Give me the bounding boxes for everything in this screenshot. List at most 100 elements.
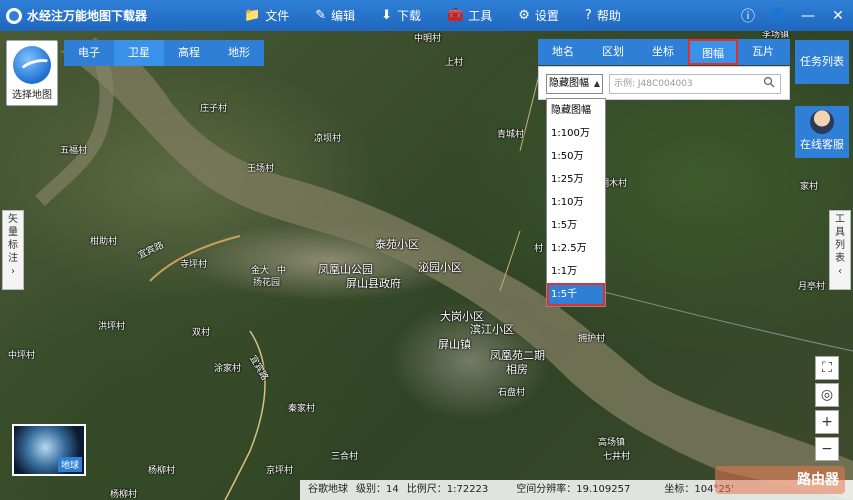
globe-view-button[interactable]: 地球 [12,424,86,476]
status-level: 级别：14 [356,484,399,495]
app-title-text: 水经注万能地图下载器 [27,9,148,23]
vector-label-toggle[interactable]: 矢量标注 › [2,210,24,290]
place-label: 青城村 [497,130,525,140]
status-resolution: 空间分辨率：19.109257 [516,484,631,495]
title-bar: 水经注万能地图下载器 📁 文件 ✎ 编辑 ⬇ 下载 🧰 工具 ⚙ 设置 ? 帮助 ⓘ 👤 —… [0,0,853,31]
place-label: 京坪村 [266,466,294,476]
place-label: 寺坪村 [180,260,208,270]
scale-option-highlighted[interactable]: 1:5千 [547,283,605,306]
task-list-button[interactable]: 任务列表 [795,40,849,84]
place-label: 泌园小区 [418,261,462,274]
place-label: 五福村 [60,146,88,156]
place-label: 杨柳村 [148,466,176,476]
menu-help-label: 帮助 [596,9,621,23]
tab-division[interactable]: 区划 [588,39,638,65]
menu-tools-label: 工具 [468,9,493,23]
menu-file[interactable]: 📁 文件 [231,0,302,31]
tab-terrain[interactable]: 地形 [214,40,264,66]
road [499,70,541,292]
sheet-search-input[interactable]: 示例: J48C004003 [609,74,781,94]
tool-list-text: 工具列表 [835,214,845,264]
status-scale: 比例尺：1:72223 [406,484,489,495]
gear-icon: ⚙ [518,8,530,23]
place-label: 村 [534,244,544,254]
close-button[interactable]: ✕ [823,8,853,24]
place-label: 中坪村 [8,351,36,361]
place-label: 相房 [506,363,528,376]
download-icon: ⬇ [381,8,393,23]
status-source: 谷歌地球 [308,484,348,495]
tab-map-sheet[interactable]: 图幅 [688,39,738,65]
online-service-button[interactable]: 在线客服 [795,106,849,158]
tab-electronic[interactable]: 电子 [64,40,114,66]
place-label: 三合村 [331,452,359,462]
map-view[interactable]: 中明村 上村 庄子村 凉坝村 青城村 五福村 王场村 李场镇 桐木村 柑助村 泰… [0,31,853,500]
search-tabs: 地名 区划 坐标 图幅 瓦片 [538,39,790,65]
place-label: 高场镇 [598,438,626,448]
tab-tile[interactable]: 瓦片 [738,39,788,65]
menu-help[interactable]: ? 帮助 [572,0,634,31]
place-label: 秦家村 [288,404,316,414]
menu-settings[interactable]: ⚙ 设置 [505,0,572,31]
place-label: 凉坝村 [314,134,342,144]
chevron-right-icon: › [11,266,15,277]
boundary-line [599,290,853,352]
scale-option[interactable]: 1:100万 [547,122,605,145]
map-switch-button[interactable]: 选择地图 [6,40,58,106]
menu-bar: 📁 文件 ✎ 编辑 ⬇ 下载 🧰 工具 ⚙ 设置 ? 帮助 [231,0,634,31]
scale-option[interactable]: 1:25万 [547,168,605,191]
info-icon[interactable]: ⓘ [733,6,763,26]
vector-label-text: 矢量标注 [8,214,18,264]
scale-option[interactable]: 隐藏图幅 [547,99,605,122]
scale-option[interactable]: 1:10万 [547,191,605,214]
menu-edit-label: 编辑 [331,9,356,23]
window-controls: ⓘ 👤 — ✕ [733,0,853,31]
place-label: 柑助村 [90,237,118,247]
scale-option[interactable]: 1:50万 [547,145,605,168]
tool-list-toggle[interactable]: 工具列表 ‹ [829,210,851,290]
user-icon[interactable]: 👤 [763,8,793,24]
folder-icon: 📁 [244,8,261,23]
scale-option[interactable]: 1:5万 [547,214,605,237]
layer-tabs: 电子 卫星 高程 地形 [64,40,264,66]
search-icon[interactable] [763,76,775,88]
place-label: 涂家村 [214,364,242,374]
tab-elevation[interactable]: 高程 [164,40,214,66]
menu-download[interactable]: ⬇ 下载 [368,0,434,31]
fullscreen-icon[interactable]: ⛶ [815,356,839,380]
chevron-left-icon: ‹ [838,266,842,277]
menu-tools[interactable]: 🧰 工具 [434,0,505,31]
zoom-in-button[interactable]: + [815,410,839,434]
place-label: 洪坪村 [98,322,126,332]
help-icon: ? [584,8,592,23]
scale-option[interactable]: 1:1万 [547,260,605,283]
minimize-button[interactable]: — [793,8,823,24]
tab-coordinate[interactable]: 坐标 [638,39,688,65]
zoom-out-button[interactable]: − [815,437,839,461]
place-label: 石盘村 [498,388,526,398]
place-label: 王场村 [247,164,275,174]
place-label: 月亭村 [798,282,826,292]
scale-select-value: 隐藏图幅 [549,78,589,89]
menu-download-label: 下载 [397,9,422,23]
tab-place-name[interactable]: 地名 [538,39,588,65]
place-label: 杨柳村 [110,490,138,500]
place-label: 家村 [800,182,819,192]
locate-icon[interactable]: ◎ [815,383,839,407]
menu-settings-label: 设置 [534,9,559,23]
globe-view-label: 地球 [57,457,82,472]
app-title: 水经注万能地图下载器 [0,7,231,24]
online-service-label: 在线客服 [800,138,844,151]
tab-satellite[interactable]: 卫星 [114,40,164,66]
map-switch-label: 选择地图 [12,90,52,101]
place-label: 泰苑小区 [375,238,419,251]
place-label: 上村 [445,58,464,68]
watermark: 路由器 [715,466,845,494]
scale-option[interactable]: 1:2.5万 [547,237,605,260]
place-label: 庄子村 [200,104,228,114]
scale-select[interactable]: 隐藏图幅 ▲ [546,74,603,94]
place-label: 七井村 [603,452,631,462]
menu-edit[interactable]: ✎ 编辑 [302,0,368,31]
caret-up-icon: ▲ [593,79,600,88]
place-label: 滨江小区 [470,323,514,336]
